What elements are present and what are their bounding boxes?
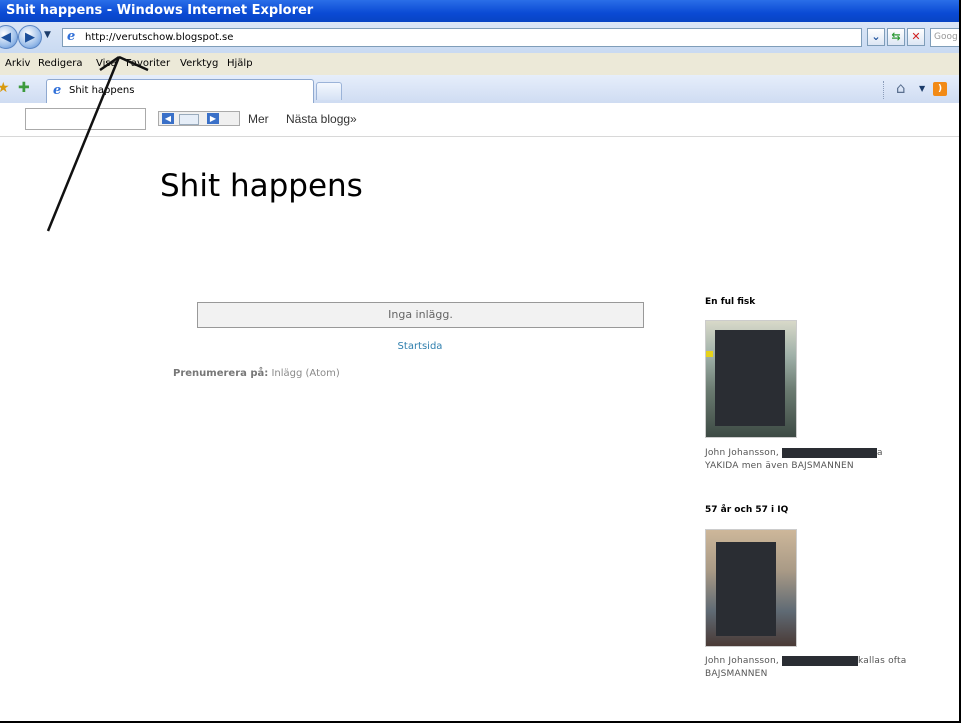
profile-text-line2: BAJSMANNEN bbox=[705, 669, 768, 679]
profile-text-1: John Johansson, a YAKIDA men även BAJSMA… bbox=[705, 447, 925, 473]
blogger-navbar: ◀ ▶ Mer Nästa blogg» bbox=[0, 103, 959, 137]
menu-verktyg[interactable]: Verktyg bbox=[180, 53, 218, 75]
address-toolbar: ◀ ▶ ▼ e http://verutschow.blogspot.se ⌄ … bbox=[0, 22, 959, 54]
toolbar-separator bbox=[883, 81, 885, 99]
scroll-left-icon[interactable]: ◀ bbox=[162, 113, 174, 124]
status-message: Inga inlägg. bbox=[197, 302, 644, 328]
subscribe-label: Prenumerera på: bbox=[173, 368, 269, 379]
forward-button[interactable]: ▶ bbox=[18, 25, 42, 49]
profile-text-start: John Johansson, bbox=[705, 448, 779, 458]
history-dropdown-icon[interactable]: ▼ bbox=[44, 30, 51, 40]
profile-text-2: John Johansson, kallas ofta BAJSMANNEN bbox=[705, 655, 925, 681]
refresh-button[interactable]: ⇆ bbox=[887, 28, 905, 46]
tab-label: Shit happens bbox=[69, 85, 135, 96]
add-favorites-icon[interactable]: ✚ bbox=[18, 80, 30, 96]
tab-shit-happens[interactable]: e Shit happens bbox=[46, 79, 314, 103]
inline-redaction bbox=[782, 447, 878, 458]
profile-photo-1[interactable] bbox=[705, 320, 797, 438]
menu-bar: Arkiv Redigera Visa Favoriter Verktyg Hj… bbox=[0, 53, 959, 76]
favorites-star-icon[interactable]: ★ bbox=[0, 80, 10, 96]
profile-text-start: John Johansson, bbox=[705, 656, 779, 666]
window-title-bar: Shit happens - Windows Internet Explorer bbox=[0, 0, 959, 22]
profile-photo-2[interactable] bbox=[705, 529, 797, 647]
menu-favoriter[interactable]: Favoriter bbox=[126, 53, 170, 75]
menu-visa[interactable]: Visa bbox=[96, 53, 117, 75]
browser-window: Shit happens - Windows Internet Explorer… bbox=[0, 0, 961, 723]
scroll-right-icon[interactable]: ▶ bbox=[207, 113, 219, 124]
atom-feed-link[interactable]: Inlägg (Atom) bbox=[271, 368, 339, 379]
subscribe-line: Prenumerera på: Inlägg (Atom) bbox=[173, 368, 340, 379]
back-button[interactable]: ◀ bbox=[0, 25, 18, 49]
profile-title-2: 57 år och 57 i IQ bbox=[705, 505, 789, 515]
window-title: Shit happens - Windows Internet Explorer bbox=[6, 3, 314, 18]
address-bar[interactable]: e http://verutschow.blogspot.se bbox=[62, 28, 862, 47]
tab-ie-icon: e bbox=[53, 83, 62, 98]
profile-text-line2: YAKIDA men även BAJSMANNEN bbox=[705, 461, 854, 471]
feeds-icon[interactable]: ) bbox=[933, 82, 947, 96]
search-input[interactable]: Goog bbox=[930, 28, 959, 47]
redaction-box bbox=[715, 330, 785, 426]
home-dropdown-icon[interactable]: ▼ bbox=[919, 84, 925, 93]
scroll-thumb[interactable] bbox=[179, 114, 199, 125]
tab-bar: ★ ✚ e Shit happens ⌂ ▼ ) bbox=[0, 75, 959, 104]
profile-title-1: En ful fisk bbox=[705, 297, 756, 307]
profile-text-after: kallas ofta bbox=[858, 656, 907, 666]
blog-scroller[interactable]: ◀ ▶ bbox=[158, 111, 240, 126]
photo-sign-detail bbox=[706, 351, 713, 357]
address-url[interactable]: http://verutschow.blogspot.se bbox=[85, 29, 233, 46]
blog-title[interactable]: Shit happens bbox=[160, 168, 363, 204]
more-link[interactable]: Mer bbox=[248, 103, 269, 136]
new-tab-button[interactable] bbox=[316, 82, 342, 100]
profile-text-after: a bbox=[877, 448, 883, 458]
stop-button[interactable]: ✕ bbox=[907, 28, 925, 46]
home-icon[interactable]: ⌂ bbox=[896, 79, 906, 97]
next-blog-link[interactable]: Nästa blogg» bbox=[286, 103, 357, 136]
menu-arkiv[interactable]: Arkiv bbox=[5, 53, 30, 75]
inline-redaction bbox=[782, 655, 859, 666]
ie-page-icon: e bbox=[67, 29, 76, 44]
redaction-box bbox=[716, 542, 776, 636]
home-link-text[interactable]: Startsida bbox=[398, 341, 443, 352]
blog-search-input[interactable] bbox=[25, 108, 146, 130]
address-dropdown-button[interactable]: ⌄ bbox=[867, 28, 885, 46]
menu-hjalp[interactable]: Hjälp bbox=[227, 53, 253, 75]
menu-redigera[interactable]: Redigera bbox=[38, 53, 83, 75]
